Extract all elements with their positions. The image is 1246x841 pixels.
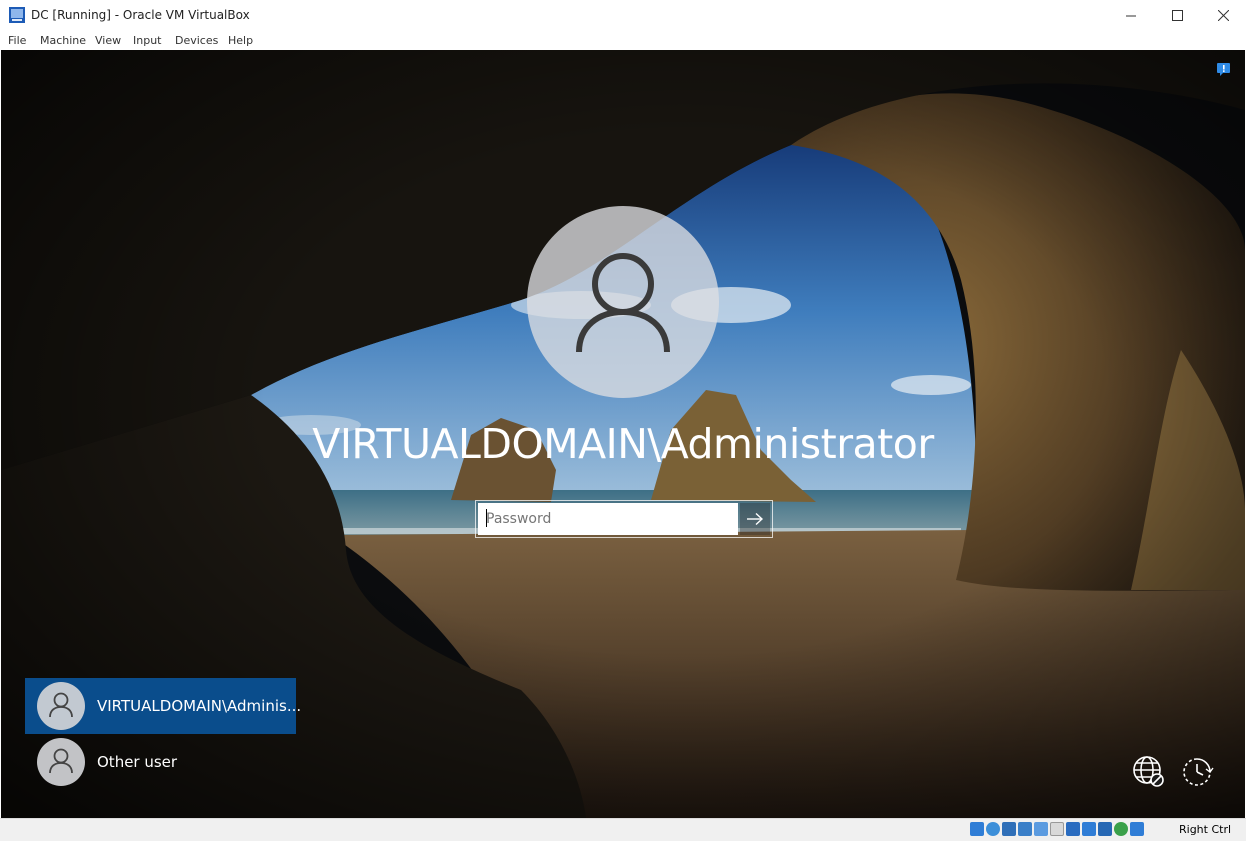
- ease-of-access-icon: [1183, 758, 1214, 786]
- network-button[interactable]: [1129, 752, 1169, 792]
- close-button[interactable]: [1200, 0, 1246, 31]
- user-tile-administrator[interactable]: VIRTUALDOMAIN\Adminis...: [25, 678, 301, 734]
- user-avatar: [527, 206, 719, 398]
- recording-icon[interactable]: [1082, 822, 1096, 836]
- minimize-button[interactable]: [1108, 0, 1154, 31]
- window-title: DC [Running] - Oracle VM VirtualBox: [31, 8, 250, 22]
- display-icon[interactable]: [1066, 822, 1080, 836]
- usb-icon[interactable]: [1034, 822, 1048, 836]
- tile-avatar: [37, 738, 85, 786]
- password-box: [475, 500, 773, 538]
- menu-bar: File Machine View Input Devices Help: [0, 31, 1246, 50]
- status-bar: Right Ctrl: [0, 818, 1246, 841]
- network-icon: [1133, 756, 1164, 787]
- menu-machine[interactable]: Machine: [40, 34, 86, 47]
- user-tile-label: VIRTUALDOMAIN\Adminis...: [97, 697, 302, 715]
- host-key-label: Right Ctrl: [1179, 823, 1232, 836]
- menu-input[interactable]: Input: [133, 34, 161, 47]
- user-icon: [576, 253, 670, 353]
- shared-folders-icon[interactable]: [1050, 822, 1064, 836]
- menu-help[interactable]: Help: [228, 34, 253, 47]
- network-adapter-icon[interactable]: [1018, 822, 1032, 836]
- vm-display[interactable]: VIRTUALDOMAIN\Administrator VIRTUALDOMAI…: [1, 50, 1245, 818]
- menu-devices[interactable]: Devices: [175, 34, 218, 47]
- text-caret: [486, 509, 487, 527]
- audio-icon[interactable]: [1002, 822, 1016, 836]
- minimize-icon: [1126, 15, 1136, 16]
- close-icon: [1217, 10, 1229, 21]
- menu-view[interactable]: View: [95, 34, 121, 47]
- keyboard-icon[interactable]: [1130, 822, 1144, 836]
- notification-icon[interactable]: [1216, 62, 1231, 77]
- title-bar: DC [Running] - Oracle VM VirtualBox: [0, 0, 1246, 31]
- optical-drive-icon[interactable]: [986, 822, 1000, 836]
- submit-button[interactable]: [740, 503, 770, 535]
- user-icon: [49, 692, 73, 718]
- user-tile-other-user[interactable]: Other user: [25, 734, 296, 790]
- ease-of-access-button[interactable]: [1177, 752, 1217, 792]
- mouse-integration-icon[interactable]: [1114, 822, 1128, 836]
- maximize-button[interactable]: [1154, 0, 1200, 31]
- hard-disk-icon[interactable]: [970, 822, 984, 836]
- arrow-right-icon: [747, 513, 763, 525]
- virtualbox-icon: [9, 7, 25, 23]
- cpu-icon[interactable]: [1098, 822, 1112, 836]
- password-input[interactable]: [478, 503, 738, 535]
- user-tile-label: Other user: [97, 753, 178, 771]
- login-username: VIRTUALDOMAIN\Administrator: [312, 420, 934, 468]
- user-icon: [49, 748, 73, 774]
- tile-avatar: [37, 682, 85, 730]
- maximize-icon: [1171, 10, 1183, 21]
- menu-file[interactable]: File: [8, 34, 26, 47]
